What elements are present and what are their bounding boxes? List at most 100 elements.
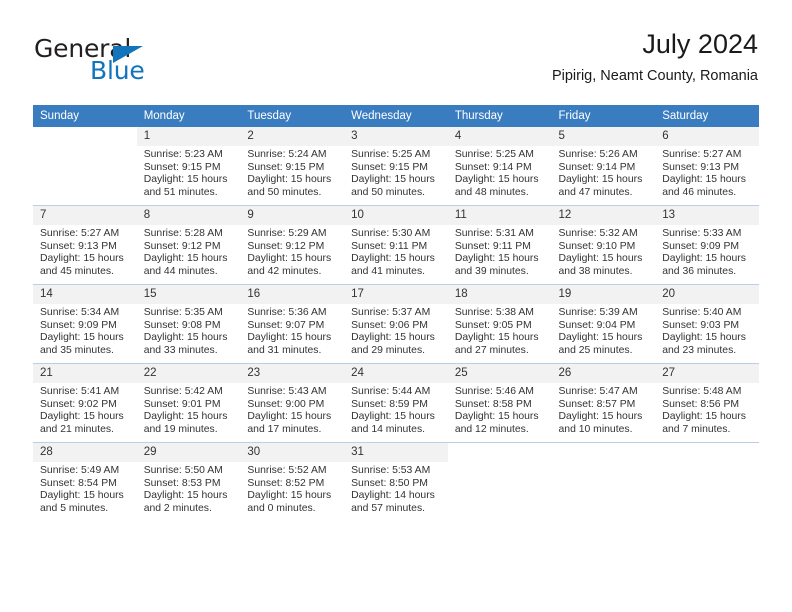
calendar-day-cell-empty <box>655 442 759 521</box>
sunset-text: Sunset: 9:12 PM <box>143 240 221 252</box>
day-number: 2 <box>240 127 345 146</box>
daylight-text: Daylight: 15 hours <box>143 174 228 186</box>
calendar-day-cell[interactable]: 5 Sunrise: 5:26 AM Sunset: 9:14 PM Daylight… <box>551 127 656 206</box>
calendar-day-cell[interactable]: 26 Sunrise: 5:47 AM Sunset: 8:57 PM Dayligh… <box>551 363 656 443</box>
calendar-day-cell[interactable]: 28 Sunrise: 5:49 AM Sunset: 8:54 PM Dayligh… <box>33 442 137 521</box>
calendar-day-cell[interactable]: 6 Sunrise: 5:27 AM Sunset: 9:13 PM Daylight… <box>655 127 759 206</box>
calendar-day-cell[interactable]: 8 Sunrise: 5:28 AM Sunset: 9:12 PM Daylight… <box>136 205 241 285</box>
daylight-text: Daylight: 15 hours <box>454 332 539 344</box>
daylight-text: Daylight: 14 hours <box>351 490 435 502</box>
day-number: 15 <box>136 285 241 304</box>
day-number: 19 <box>551 285 656 304</box>
calendar-day-cell[interactable]: 30 Sunrise: 5:52 AM Sunset: 8:52 PM Dayligh… <box>240 442 345 521</box>
calendar-day-cell[interactable]: 4 Sunrise: 5:25 AM Sunset: 9:14 PM Daylight… <box>447 127 552 206</box>
calendar-day-cell[interactable]: 24 Sunrise: 5:44 AM Sunset: 8:59 PM Dayligh… <box>344 363 448 443</box>
sunset-text: Sunset: 9:05 PM <box>454 319 532 331</box>
sunset-text: Sunset: 9:02 PM <box>40 398 117 410</box>
daylight-text: Daylight: 15 hours <box>40 411 124 423</box>
day-details: Sunrise: 5:39 AM Sunset: 9:04 PM Daylight:… <box>552 304 656 357</box>
calendar-day-cell[interactable]: 23 Sunrise: 5:43 AM Sunset: 9:00 PM Dayligh… <box>240 363 345 443</box>
day-number: 24 <box>344 364 448 383</box>
calendar-day-cell[interactable]: 13 Sunrise: 5:33 AM Sunset: 9:09 PM Dayligh… <box>655 205 759 285</box>
weekday-header-sunday: Sunday <box>33 105 137 127</box>
calendar-day-cell[interactable]: 1 Sunrise: 5:23 AM Sunset: 9:15 PM Daylight… <box>136 127 241 206</box>
calendar-day-cell[interactable]: 10 Sunrise: 5:30 AM Sunset: 9:11 PM Dayligh… <box>344 205 448 285</box>
daylight-text: and 45 minutes. <box>40 265 114 277</box>
day-details: Sunrise: 5:37 AM Sunset: 9:06 PM Daylight:… <box>344 304 448 357</box>
sunrise-text: Sunrise: 5:33 AM <box>662 228 742 239</box>
calendar-body: 1 Sunrise: 5:23 AM Sunset: 9:15 PM Daylight… <box>33 127 759 521</box>
daylight-text: Daylight: 15 hours <box>558 332 643 344</box>
calendar-page: General Blue July 2024 Pipirig, Neamt Co… <box>0 0 792 612</box>
sunset-text: Sunset: 9:14 PM <box>558 161 636 173</box>
calendar-day-cell[interactable]: 18 Sunrise: 5:38 AM Sunset: 9:05 PM Dayligh… <box>447 284 552 364</box>
day-details: Sunrise: 5:29 AM Sunset: 9:12 PM Daylight:… <box>240 225 344 278</box>
page-header: General Blue July 2024 Pipirig, Neamt Co… <box>34 28 758 90</box>
calendar-day-cell[interactable]: 17 Sunrise: 5:37 AM Sunset: 9:06 PM Dayligh… <box>344 284 448 364</box>
day-details: Sunrise: 5:33 AM Sunset: 9:09 PM Daylight:… <box>655 225 759 278</box>
day-number: 11 <box>447 206 552 225</box>
calendar-day-cell-empty <box>447 442 552 521</box>
calendar-day-cell[interactable]: 9 Sunrise: 5:29 AM Sunset: 9:12 PM Daylight… <box>240 205 345 285</box>
day-number: 3 <box>344 127 448 146</box>
sunrise-text: Sunrise: 5:26 AM <box>558 149 638 160</box>
calendar-day-cell[interactable]: 3 Sunrise: 5:25 AM Sunset: 9:15 PM Daylight… <box>344 127 448 206</box>
daylight-text: Daylight: 15 hours <box>247 490 332 502</box>
daylight-text: Daylight: 15 hours <box>454 174 539 186</box>
calendar-day-cell[interactable]: 12 Sunrise: 5:32 AM Sunset: 9:10 PM Dayligh… <box>551 205 656 285</box>
calendar-day-cell[interactable]: 21 Sunrise: 5:41 AM Sunset: 9:02 PM Dayligh… <box>33 363 137 443</box>
sunset-text: Sunset: 9:12 PM <box>247 240 325 252</box>
sunrise-text: Sunrise: 5:27 AM <box>662 149 742 160</box>
calendar-day-cell[interactable]: 25 Sunrise: 5:46 AM Sunset: 8:58 PM Dayligh… <box>447 363 552 443</box>
day-details: Sunrise: 5:23 AM Sunset: 9:15 PM Daylight:… <box>137 146 241 199</box>
daylight-text: and 14 minutes. <box>351 423 426 435</box>
day-details: Sunrise: 5:46 AM Sunset: 8:58 PM Daylight:… <box>448 383 552 436</box>
sunset-text: Sunset: 8:54 PM <box>40 477 117 489</box>
day-number: 21 <box>33 364 137 383</box>
day-number: 5 <box>551 127 656 146</box>
calendar-day-cell[interactable]: 27 Sunrise: 5:48 AM Sunset: 8:56 PM Dayligh… <box>655 363 759 443</box>
daylight-text: and 31 minutes. <box>247 344 322 356</box>
sunrise-text: Sunrise: 5:34 AM <box>40 307 120 318</box>
calendar-day-cell[interactable]: 22 Sunrise: 5:42 AM Sunset: 9:01 PM Dayligh… <box>136 363 241 443</box>
day-number: 8 <box>136 206 241 225</box>
sunrise-text: Sunrise: 5:44 AM <box>351 386 431 397</box>
calendar-day-cell[interactable]: 15 Sunrise: 5:35 AM Sunset: 9:08 PM Dayligh… <box>136 284 241 364</box>
daylight-text: Daylight: 15 hours <box>40 332 124 344</box>
daylight-text: Daylight: 15 hours <box>351 332 435 344</box>
sunrise-text: Sunrise: 5:49 AM <box>40 465 120 476</box>
calendar-day-cell[interactable]: 14 Sunrise: 5:34 AM Sunset: 9:09 PM Dayligh… <box>33 284 137 364</box>
sunrise-text: Sunrise: 5:36 AM <box>247 307 327 318</box>
page-subtitle: Pipirig, Neamt County, Romania <box>551 68 758 84</box>
day-number: 17 <box>344 285 448 304</box>
calendar-week-row: 7 Sunrise: 5:27 AM Sunset: 9:13 PM Daylight… <box>33 205 759 285</box>
day-number: 4 <box>447 127 552 146</box>
calendar-day-cell[interactable]: 11 Sunrise: 5:31 AM Sunset: 9:11 PM Dayligh… <box>447 205 552 285</box>
calendar-week-row: 21 Sunrise: 5:41 AM Sunset: 9:02 PM Dayligh… <box>33 363 759 443</box>
calendar-day-cell[interactable]: 19 Sunrise: 5:39 AM Sunset: 9:04 PM Dayligh… <box>551 284 656 364</box>
day-number: 26 <box>551 364 656 383</box>
calendar-day-cell[interactable]: 2 Sunrise: 5:24 AM Sunset: 9:15 PM Daylight… <box>240 127 345 206</box>
calendar-day-cell[interactable]: 20 Sunrise: 5:40 AM Sunset: 9:03 PM Dayligh… <box>655 284 759 364</box>
daylight-text: Daylight: 15 hours <box>558 253 643 265</box>
day-number: 10 <box>344 206 448 225</box>
sunrise-text: Sunrise: 5:43 AM <box>247 386 327 397</box>
daylight-text: and 51 minutes. <box>143 186 218 198</box>
sunrise-text: Sunrise: 5:42 AM <box>143 386 223 397</box>
day-details: Sunrise: 5:34 AM Sunset: 9:09 PM Daylight:… <box>33 304 137 357</box>
calendar-week-row: 1 Sunrise: 5:23 AM Sunset: 9:15 PM Daylight… <box>33 127 759 206</box>
daylight-text: and 39 minutes. <box>454 265 529 277</box>
calendar-day-cell[interactable]: 16 Sunrise: 5:36 AM Sunset: 9:07 PM Dayligh… <box>240 284 345 364</box>
sunrise-text: Sunrise: 5:50 AM <box>143 465 223 476</box>
sunset-text: Sunset: 9:14 PM <box>454 161 532 173</box>
calendar-day-cell-empty <box>33 127 137 206</box>
sunset-text: Sunset: 9:10 PM <box>558 240 636 252</box>
calendar-day-cell[interactable]: 7 Sunrise: 5:27 AM Sunset: 9:13 PM Daylight… <box>33 205 137 285</box>
calendar-day-cell[interactable]: 31 Sunrise: 5:53 AM Sunset: 8:50 PM Dayligh… <box>344 442 448 521</box>
calendar-day-cell[interactable]: 29 Sunrise: 5:50 AM Sunset: 8:53 PM Dayligh… <box>136 442 241 521</box>
day-number: 7 <box>33 206 137 225</box>
sunset-text: Sunset: 9:11 PM <box>351 240 428 252</box>
day-details: Sunrise: 5:24 AM Sunset: 9:15 PM Daylight:… <box>240 146 344 199</box>
day-number: 28 <box>33 443 137 462</box>
day-number <box>447 443 552 462</box>
